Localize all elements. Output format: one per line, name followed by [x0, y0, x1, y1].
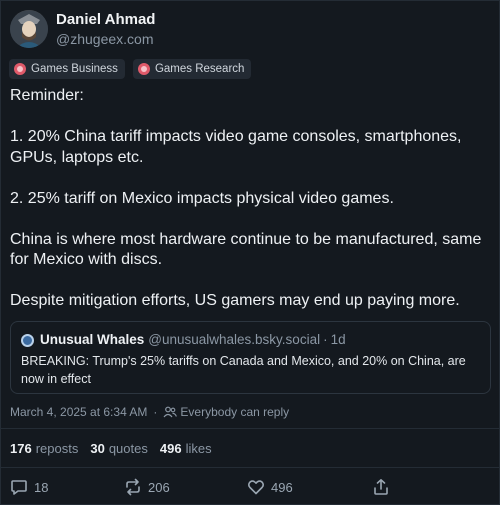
feed-tags: Games Business Games Research	[9, 59, 252, 79]
like-button[interactable]: 496	[247, 478, 293, 496]
reply-button[interactable]: 18	[10, 478, 48, 496]
likes-label: likes	[185, 441, 212, 456]
feed-icon	[14, 63, 26, 75]
quote-author-handle: @unusualwhales.bsky.social	[148, 332, 321, 347]
post-body-text: Reminder: 1. 20% China tariff impacts vi…	[10, 87, 482, 309]
share-button[interactable]	[372, 478, 396, 496]
tag-games-business[interactable]: Games Business	[9, 59, 125, 79]
reposts-label: reposts	[35, 441, 79, 456]
avatar-portrait-icon	[10, 10, 48, 48]
quote-age: 1d	[330, 332, 346, 347]
repost-icon	[126, 478, 140, 496]
like-count: 496	[271, 479, 293, 495]
tag-label: Games Research	[154, 63, 245, 75]
quotes-count: 30	[90, 441, 105, 456]
quotes-stat[interactable]: 30 quotes	[90, 441, 148, 456]
meta-separator: ·	[153, 405, 158, 419]
quote-text: BREAKING: Trump's 25% tariffs on Canada …	[21, 354, 466, 386]
divider	[0, 467, 500, 468]
tag-games-research[interactable]: Games Research	[132, 59, 252, 79]
reply-setting: Everybody can reply	[180, 405, 290, 419]
post-header: Daniel Ahmad @zhugeex.com	[10, 10, 155, 48]
repost-count: 206	[148, 479, 170, 495]
reposts-stat[interactable]: 176 reposts	[10, 441, 78, 456]
tag-label: Games Business	[31, 63, 118, 75]
quote-author-name: Unusual Whales	[40, 332, 145, 347]
author-names: Daniel Ahmad @zhugeex.com	[56, 11, 155, 48]
post-meta: March 4, 2025 at 6:34 AM · Everybody can…	[10, 405, 289, 419]
quote-separator: ·	[323, 332, 328, 347]
repost-button[interactable]: 206	[124, 478, 170, 496]
quote-avatar	[21, 333, 34, 347]
post-timestamp[interactable]: March 4, 2025 at 6:34 AM	[10, 405, 147, 419]
divider	[0, 428, 500, 429]
post-actions: 18 206 496	[0, 478, 500, 498]
reply-count: 18	[34, 479, 49, 495]
quotes-label: quotes	[108, 441, 148, 456]
people-icon	[163, 406, 178, 418]
reply-icon	[11, 480, 27, 495]
author-display-name[interactable]: Daniel Ahmad	[56, 11, 155, 29]
reposts-count: 176	[10, 441, 32, 456]
likes-stat[interactable]: 496 likes	[160, 441, 212, 456]
quoted-post[interactable]: Unusual Whales @unusualwhales.bsky.socia…	[10, 321, 491, 394]
avatar[interactable]	[10, 10, 48, 48]
share-icon	[374, 479, 388, 495]
heart-icon	[247, 480, 265, 495]
likes-count: 496	[159, 441, 182, 456]
author-handle[interactable]: @zhugeex.com	[56, 30, 155, 48]
quote-header: Unusual Whales @unusualwhales.bsky.socia…	[21, 331, 480, 349]
feed-icon	[137, 63, 150, 75]
post-stats: 176 reposts 30 quotes 496 likes	[10, 441, 224, 456]
